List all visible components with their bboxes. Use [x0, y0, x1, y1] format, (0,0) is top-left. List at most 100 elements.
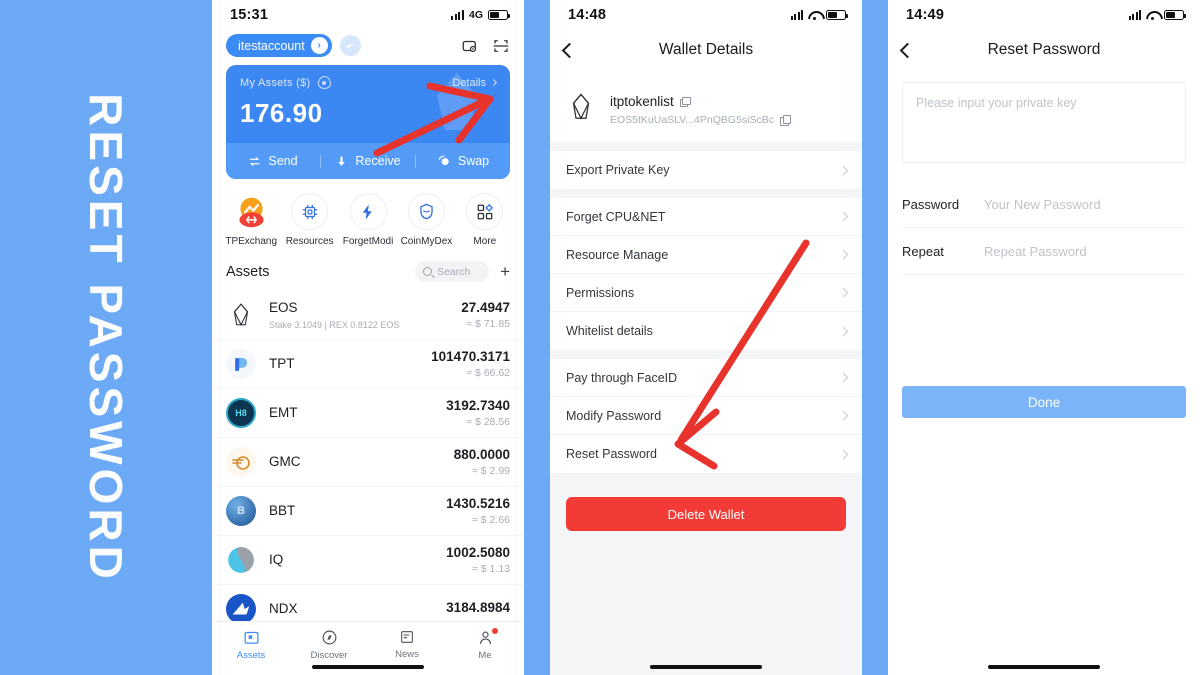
quick-action-label: CoinMyDex	[400, 236, 453, 247]
asset-row-bbt[interactable]: B BBT 1430.5216 ≈ $ 2.66	[212, 486, 524, 535]
receive-label: Receive	[355, 154, 401, 168]
back-button[interactable]	[899, 42, 916, 58]
compass-icon	[322, 630, 336, 645]
shield-icon	[407, 193, 445, 230]
receive-button[interactable]: Receive	[321, 154, 415, 168]
eye-icon[interactable]	[317, 76, 331, 89]
notification-badge	[492, 628, 498, 634]
private-key-input[interactable]: Please input your private key	[902, 82, 1186, 163]
menu-item-whitelist-details[interactable]: Whitelist details	[550, 312, 862, 350]
asset-row-emt[interactable]: H8 EMT 3192.7340 ≈ $ 28.56	[212, 388, 524, 437]
quick-action-coinmydex[interactable]: CoinMyDex	[397, 193, 455, 247]
repeat-label: Repeat	[902, 243, 944, 259]
ndx-logo-icon	[226, 594, 256, 624]
status-bar: 14:49	[888, 0, 1200, 30]
quick-action-tpexchange[interactable]: TPExchang	[222, 193, 280, 247]
cpu-icon	[291, 193, 329, 230]
asset-values: 27.4947 ≈ $ 71.85	[461, 300, 510, 330]
phone-screen-assets: 15:31 4G itestaccount › My Assets ($) De…	[212, 0, 524, 675]
wallet-summary[interactable]: itptokenlist EOS5tKuUaSLV...4PnQBG5siScB…	[550, 77, 862, 142]
quick-action-label: ForgetModi	[342, 236, 394, 247]
menu-label: Whitelist details	[566, 324, 653, 338]
menu-item-export-private-key[interactable]: Export Private Key	[550, 151, 862, 189]
asset-row-iq[interactable]: IQ 1002.5080 ≈ $ 1.13	[212, 535, 524, 584]
asset-symbol: GMC	[269, 454, 301, 469]
asset-amount: 3184.8984	[446, 600, 510, 615]
swap-label: Swap	[457, 154, 490, 168]
chevron-right-icon	[838, 449, 848, 459]
network-label: 4G	[468, 9, 483, 21]
eos-logo-icon	[566, 90, 596, 129]
screenshot-root: RESET PASSWORD 15:31 4G itestaccount › M…	[0, 0, 1200, 675]
scan-icon[interactable]	[492, 37, 510, 55]
asset-usd: ≈ $ 28.56	[466, 416, 510, 428]
quick-action-forgetmodi[interactable]: ForgetModi	[339, 193, 397, 247]
copy-icon[interactable]	[780, 115, 792, 126]
asset-amount: 101470.3171	[431, 349, 510, 364]
account-chip[interactable]: itestaccount ›	[226, 34, 332, 57]
send-button[interactable]: Send	[226, 154, 320, 168]
menu-item-modify-password[interactable]: Modify Password	[550, 397, 862, 435]
asset-values: 101470.3171 ≈ $ 66.62	[431, 349, 510, 379]
wallet-camera-icon[interactable]	[461, 37, 479, 55]
home-indicator	[988, 665, 1100, 669]
asset-amount: 1430.5216	[446, 496, 510, 511]
tab-me[interactable]: Me	[446, 628, 524, 661]
password-placeholder: Your New Password	[984, 196, 1101, 212]
asset-info: IQ	[269, 551, 446, 569]
wifi-icon	[1146, 10, 1159, 20]
swap-button[interactable]: Swap	[416, 154, 510, 168]
menu-item-reset-password[interactable]: Reset Password	[550, 435, 862, 473]
header-actions	[461, 37, 510, 55]
menu-item-pay-through-faceid[interactable]: Pay through FaceID	[550, 359, 862, 397]
battery-icon	[488, 9, 510, 21]
search-input[interactable]: Search	[415, 261, 490, 282]
back-button[interactable]	[561, 42, 578, 58]
asset-symbol: BBT	[269, 503, 296, 518]
asset-row-gmc[interactable]: GMC 880.0000 ≈ $ 2.99	[212, 437, 524, 486]
quick-action-resources[interactable]: Resources	[280, 193, 338, 247]
asset-usd: ≈ $ 2.99	[472, 465, 510, 477]
send-label: Send	[268, 154, 298, 168]
menu-label: Forget CPU&NET	[566, 209, 666, 224]
status-indicators: 4G	[451, 9, 510, 21]
copy-icon[interactable]	[679, 96, 691, 107]
quick-actions-row: TPExchang Resources ForgetModi CoinMyDex…	[212, 179, 524, 251]
chevron-right-icon: ›	[310, 37, 328, 54]
password-field[interactable]: Password Your New Password	[902, 181, 1186, 228]
tab-assets[interactable]: Assets	[212, 629, 290, 661]
quick-action-more[interactable]: More	[456, 193, 514, 247]
menu-item-forget-cpu-net[interactable]: Forget CPU&NET	[550, 198, 862, 236]
asset-row-tpt[interactable]: TPT 101470.3171 ≈ $ 66.62	[212, 339, 524, 388]
quick-action-label: More	[473, 236, 497, 247]
chevron-right-icon	[838, 249, 848, 260]
repeat-password-field[interactable]: Repeat Repeat Password	[902, 228, 1186, 275]
search-placeholder: Search	[437, 265, 471, 278]
battery-icon	[1164, 9, 1186, 21]
nav-bar: Reset Password	[888, 30, 1200, 70]
tab-news[interactable]: News	[368, 629, 446, 660]
done-button[interactable]: Done	[902, 386, 1186, 418]
asset-symbol: EMT	[269, 405, 298, 420]
menu-item-resource-manage[interactable]: Resource Manage	[550, 236, 862, 274]
asset-usd: ≈ $ 66.62	[466, 367, 510, 379]
tpt-logo-icon	[226, 349, 256, 379]
add-token-button[interactable]: +	[500, 263, 510, 280]
assets-title: Assets	[226, 263, 270, 280]
asset-values: 3192.7340 ≈ $ 28.56	[446, 398, 510, 428]
status-bar: 14:48	[550, 0, 862, 30]
asset-info: TPT	[269, 355, 431, 373]
account-avatar-icon[interactable]	[339, 35, 361, 56]
home-header: itestaccount ›	[212, 30, 524, 65]
delete-wallet-button[interactable]: Delete Wallet	[566, 497, 846, 531]
tab-label: Discover	[310, 650, 348, 661]
card-actions: Send Receive Swap	[226, 143, 510, 179]
asset-info: EOS Stake 3.1049 | REX 0.8122 EOS	[269, 299, 461, 330]
swap-icon	[438, 155, 449, 166]
tab-discover[interactable]: Discover	[290, 629, 368, 661]
asset-info: EMT	[269, 404, 446, 422]
asset-row-eos[interactable]: EOS Stake 3.1049 | REX 0.8122 EOS 27.494…	[212, 290, 524, 339]
bbt-logo-icon: B	[226, 496, 256, 526]
page-title: Wallet Details	[658, 41, 754, 58]
menu-item-permissions[interactable]: Permissions	[550, 274, 862, 312]
